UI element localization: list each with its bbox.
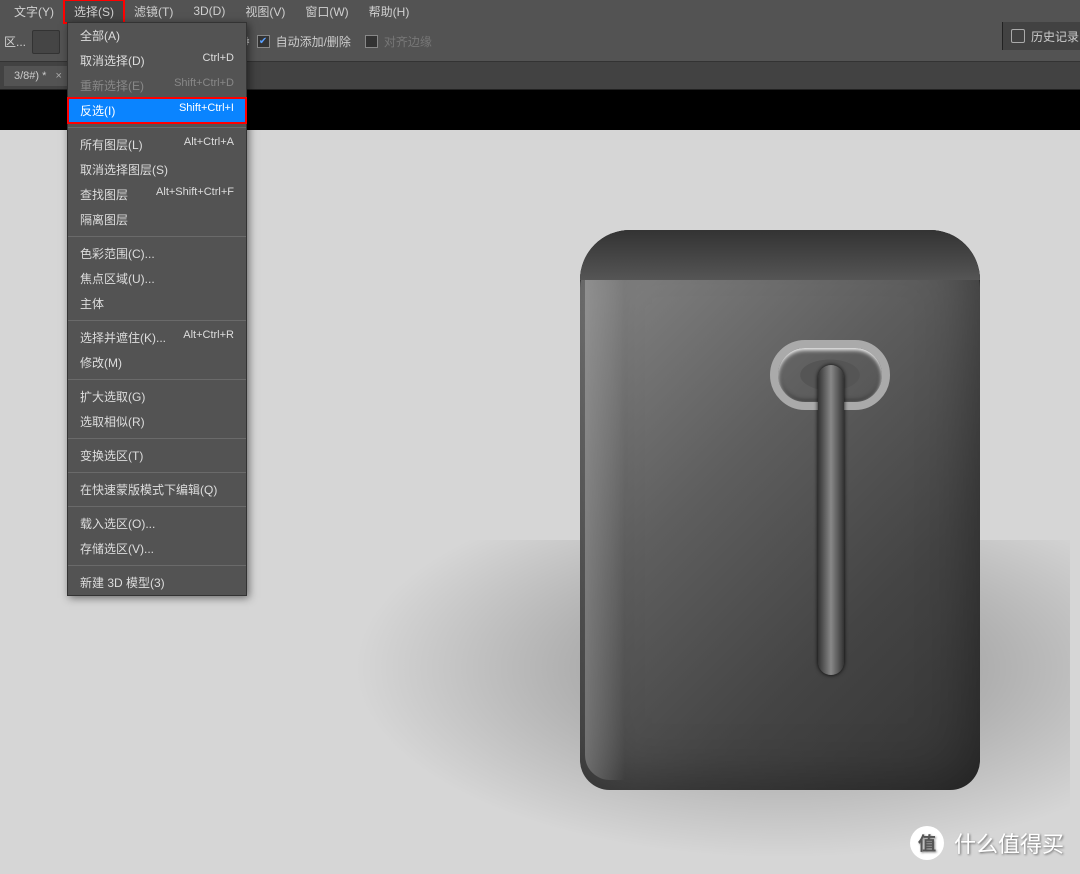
close-icon[interactable]: × bbox=[55, 70, 61, 82]
auto-add-remove-checkbox[interactable]: ✔ bbox=[257, 35, 270, 48]
handle-bar bbox=[818, 365, 844, 675]
watermark: 值 什么值得买 bbox=[910, 826, 1064, 860]
menu-item-2-1[interactable]: 焦点区域(U)... bbox=[68, 266, 246, 291]
menu-separator bbox=[68, 472, 246, 473]
menu-separator bbox=[68, 438, 246, 439]
document-tab[interactable]: 3/8#) * × bbox=[4, 66, 73, 86]
menu-item-label: 选择并遮住(K)... bbox=[80, 329, 166, 346]
menu-item-label: 重新选择(E) bbox=[80, 77, 144, 94]
menu-item-label: 扩大选取(G) bbox=[80, 388, 145, 405]
menu-item-label: 修改(M) bbox=[80, 354, 122, 371]
menu-separator bbox=[68, 236, 246, 237]
menu-item-label: 选取相似(R) bbox=[80, 413, 145, 430]
menu-item-3-0[interactable]: 选择并遮住(K)... Alt+Ctrl+R bbox=[68, 325, 246, 350]
menu-item-label: 取消选择图层(S) bbox=[80, 161, 168, 178]
menu-item-label: 所有图层(L) bbox=[80, 136, 143, 153]
menu-separator bbox=[68, 127, 246, 128]
menu-item-label: 焦点区域(U)... bbox=[80, 270, 155, 287]
menu-item-shortcut: Ctrl+D bbox=[203, 52, 234, 69]
menu-item-label: 取消选择(D) bbox=[80, 52, 145, 69]
menu-item-0-1[interactable]: 取消选择(D) Ctrl+D bbox=[68, 48, 246, 73]
menu-separator bbox=[68, 379, 246, 380]
menu-item-6-0[interactable]: 在快速蒙版模式下编辑(Q) bbox=[68, 477, 246, 502]
document-tab-label: 3/8#) * bbox=[14, 70, 46, 82]
menu-separator bbox=[68, 565, 246, 566]
menu-3d[interactable]: 3D(D) bbox=[183, 1, 235, 21]
menu-item-1-3[interactable]: 隔离图层 bbox=[68, 207, 246, 232]
menu-item-0-0[interactable]: 全部(A) bbox=[68, 23, 246, 48]
menu-item-8-0[interactable]: 新建 3D 模型(3) bbox=[68, 570, 246, 595]
align-edges-label: 对齐边缘 bbox=[384, 33, 432, 50]
menu-item-label: 隔离图层 bbox=[80, 211, 128, 228]
menu-item-4-0[interactable]: 扩大选取(G) bbox=[68, 384, 246, 409]
watermark-icon: 值 bbox=[910, 826, 944, 860]
menu-view[interactable]: 视图(V) bbox=[235, 0, 295, 23]
select-menu-dropdown: 全部(A) 取消选择(D) Ctrl+D 重新选择(E) Shift+Ctrl+D 反选(… bbox=[67, 22, 247, 596]
menu-item-label: 色彩范围(C)... bbox=[80, 245, 155, 262]
menu-item-label: 主体 bbox=[80, 295, 104, 312]
menu-item-label: 在快速蒙版模式下编辑(Q) bbox=[80, 481, 217, 498]
menu-item-label: 全部(A) bbox=[80, 27, 120, 44]
tool-option-button[interactable] bbox=[32, 30, 60, 54]
menu-item-shortcut: Alt+Ctrl+A bbox=[184, 136, 234, 153]
menu-item-label: 查找图层 bbox=[80, 186, 128, 203]
menu-filter[interactable]: 滤镜(T) bbox=[124, 0, 183, 23]
history-label: 历史记录 bbox=[1031, 28, 1079, 45]
menu-item-5-0[interactable]: 变换选区(T) bbox=[68, 443, 246, 468]
tool-label-fragment: 区... bbox=[4, 33, 26, 50]
auto-add-remove-label: 自动添加/删除 bbox=[276, 33, 351, 50]
menu-item-label: 反选(I) bbox=[80, 102, 115, 119]
menu-help[interactable]: 帮助(H) bbox=[359, 0, 420, 23]
watermark-text: 什么值得买 bbox=[954, 827, 1064, 859]
history-panel-tab[interactable]: 历史记录 bbox=[1002, 22, 1080, 50]
menu-item-7-1[interactable]: 存储选区(V)... bbox=[68, 536, 246, 561]
menu-item-shortcut: Shift+Ctrl+D bbox=[174, 77, 234, 94]
menu-item-label: 新建 3D 模型(3) bbox=[80, 574, 165, 591]
menu-separator bbox=[68, 320, 246, 321]
menu-item-2-2[interactable]: 主体 bbox=[68, 291, 246, 316]
menu-item-shortcut: Alt+Shift+Ctrl+F bbox=[156, 186, 234, 203]
menu-item-0-2: 重新选择(E) Shift+Ctrl+D bbox=[68, 73, 246, 98]
menu-item-1-1[interactable]: 取消选择图层(S) bbox=[68, 157, 246, 182]
menu-item-label: 载入选区(O)... bbox=[80, 515, 155, 532]
menu-item-3-1[interactable]: 修改(M) bbox=[68, 350, 246, 375]
align-edges-checkbox[interactable] bbox=[365, 35, 378, 48]
menu-item-shortcut: Shift+Ctrl+I bbox=[179, 102, 234, 119]
menu-item-2-0[interactable]: 色彩范围(C)... bbox=[68, 241, 246, 266]
menu-item-label: 变换选区(T) bbox=[80, 447, 143, 464]
menu-item-7-0[interactable]: 载入选区(O)... bbox=[68, 511, 246, 536]
rendered-object bbox=[580, 230, 980, 790]
history-icon bbox=[1011, 29, 1025, 43]
menu-select[interactable]: 选择(S) bbox=[64, 0, 124, 23]
menubar: 文字(Y) 选择(S) 滤镜(T) 3D(D) 视图(V) 窗口(W) 帮助(H… bbox=[0, 0, 1080, 22]
menu-window[interactable]: 窗口(W) bbox=[295, 0, 358, 23]
menu-item-label: 存储选区(V)... bbox=[80, 540, 154, 557]
menu-item-4-1[interactable]: 选取相似(R) bbox=[68, 409, 246, 434]
menu-item-1-0[interactable]: 所有图层(L) Alt+Ctrl+A bbox=[68, 132, 246, 157]
menu-item-shortcut: Alt+Ctrl+R bbox=[183, 329, 234, 346]
menu-separator bbox=[68, 506, 246, 507]
menu-item-1-2[interactable]: 查找图层 Alt+Shift+Ctrl+F bbox=[68, 182, 246, 207]
menu-item-0-3[interactable]: 反选(I) Shift+Ctrl+I bbox=[68, 98, 246, 123]
menu-text[interactable]: 文字(Y) bbox=[4, 0, 64, 23]
